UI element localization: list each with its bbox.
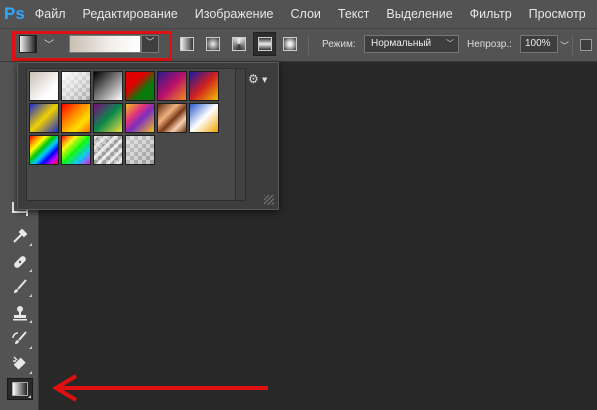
tool-preset-picker[interactable] <box>19 35 37 53</box>
healing-brush-tool[interactable] <box>7 251 33 273</box>
options-separator <box>572 35 573 55</box>
gradient-icon <box>12 382 28 396</box>
eyedropper-icon <box>13 228 28 243</box>
mode-label: Режим: <box>322 39 356 50</box>
gradient-presets-grid <box>26 68 236 201</box>
gradient-preset[interactable] <box>29 71 59 101</box>
reverse-checkbox[interactable] <box>580 39 592 51</box>
gradient-preset[interactable] <box>125 71 155 101</box>
brush-tool[interactable] <box>7 276 33 298</box>
gradient-preset[interactable] <box>189 71 219 101</box>
gradient-preset[interactable] <box>125 135 155 165</box>
gradient-preset[interactable] <box>29 135 59 165</box>
gradient-editor-preview[interactable] <box>69 35 141 53</box>
menu-layer[interactable]: Слои <box>291 7 321 21</box>
photoshop-window: Ps Файл Редактирование Изображение Слои … <box>0 0 597 410</box>
gradient-preset[interactable] <box>93 71 123 101</box>
gradient-preset[interactable] <box>93 135 123 165</box>
clone-stamp-icon <box>13 306 27 321</box>
tool-group-marker <box>29 269 32 272</box>
reflected-gradient-icon <box>258 37 272 51</box>
gradient-preset[interactable] <box>61 71 91 101</box>
photoshop-logo: Ps <box>4 4 25 23</box>
chevron-down-icon[interactable]: ﹀ <box>560 39 569 52</box>
chevron-down-icon[interactable]: ▼ <box>262 76 267 84</box>
eraser-icon <box>13 356 26 370</box>
menu-file[interactable]: Файл <box>35 7 66 21</box>
menu-bar: Ps Файл Редактирование Изображение Слои … <box>0 0 597 29</box>
gradient-tool[interactable] <box>7 378 33 400</box>
presets-scrollbar[interactable] <box>236 68 246 201</box>
chevron-down-icon[interactable]: ﹀ <box>44 36 54 51</box>
diamond-gradient-button[interactable] <box>283 37 297 51</box>
reflected-gradient-button[interactable] <box>253 32 276 56</box>
tool-group-marker <box>29 243 32 246</box>
clone-stamp-tool[interactable] <box>7 302 33 324</box>
gradient-preset[interactable] <box>189 103 219 133</box>
blend-mode-select[interactable]: Нормальный ﹀ <box>364 35 459 53</box>
angle-gradient-button[interactable] <box>232 37 246 51</box>
opacity-label: Непрозр.: <box>467 39 512 50</box>
blend-mode-value: Нормальный <box>371 38 432 49</box>
gradient-picker-dropdown[interactable]: ﹀ <box>141 35 159 53</box>
gradient-picker-popup: ⚙ ▼ <box>17 62 279 210</box>
menu-filter[interactable]: Фильтр <box>470 7 512 21</box>
healing-brush-icon <box>14 256 26 268</box>
menu-edit[interactable]: Редактирование <box>83 7 178 21</box>
tool-group-marker <box>29 346 32 349</box>
history-brush-tool[interactable] <box>7 328 33 350</box>
tool-group-marker <box>29 320 32 323</box>
eyedropper-tool[interactable] <box>7 225 33 247</box>
opacity-input[interactable]: 100% <box>520 35 558 53</box>
tool-group-marker <box>28 395 31 398</box>
gradient-preset[interactable] <box>61 135 91 165</box>
tool-group-marker <box>29 371 32 374</box>
gradient-preset[interactable] <box>93 103 123 133</box>
menu-image[interactable]: Изображение <box>195 7 274 21</box>
gradient-preset[interactable] <box>29 103 59 133</box>
menu-select[interactable]: Выделение <box>386 7 452 21</box>
linear-gradient-button[interactable] <box>180 37 194 51</box>
brush-icon <box>14 279 27 293</box>
resize-handle[interactable] <box>264 195 274 205</box>
options-separator <box>308 35 309 55</box>
eraser-tool[interactable] <box>7 353 33 375</box>
gradient-preset[interactable] <box>157 71 187 101</box>
gradient-preset[interactable] <box>157 103 187 133</box>
gear-icon[interactable]: ⚙ <box>248 72 259 86</box>
menu-type[interactable]: Текст <box>338 7 369 21</box>
tool-group-marker <box>29 294 32 297</box>
options-bar: ﹀ ﹀ Режим: Нормальный ﹀ Непрозр.: 100% ﹀ <box>0 29 597 62</box>
gradient-preset[interactable] <box>61 103 91 133</box>
radial-gradient-button[interactable] <box>206 37 220 51</box>
menu-view[interactable]: Просмотр <box>529 7 586 21</box>
annotation-arrow <box>52 374 268 402</box>
history-brush-icon <box>12 331 27 344</box>
chevron-down-icon: ﹀ <box>446 39 454 48</box>
gradient-preset[interactable] <box>125 103 155 133</box>
